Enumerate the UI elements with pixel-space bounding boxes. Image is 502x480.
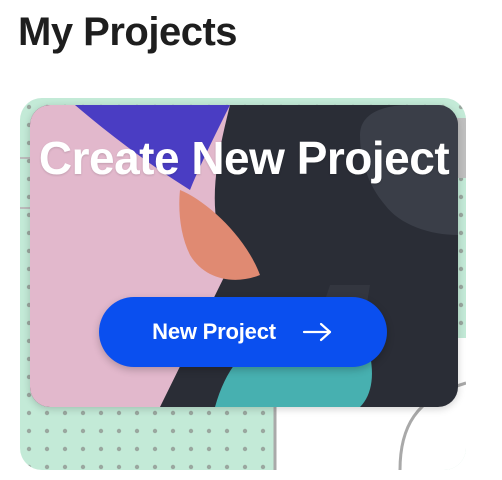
arrow-right-icon (302, 322, 331, 342)
create-project-card: Create New Project New Project (30, 105, 458, 407)
new-project-button-label: New Project (152, 319, 276, 344)
page-title: My Projects (18, 10, 238, 54)
new-project-button[interactable]: New Project (99, 297, 387, 367)
card-title: Create New Project (38, 132, 450, 184)
